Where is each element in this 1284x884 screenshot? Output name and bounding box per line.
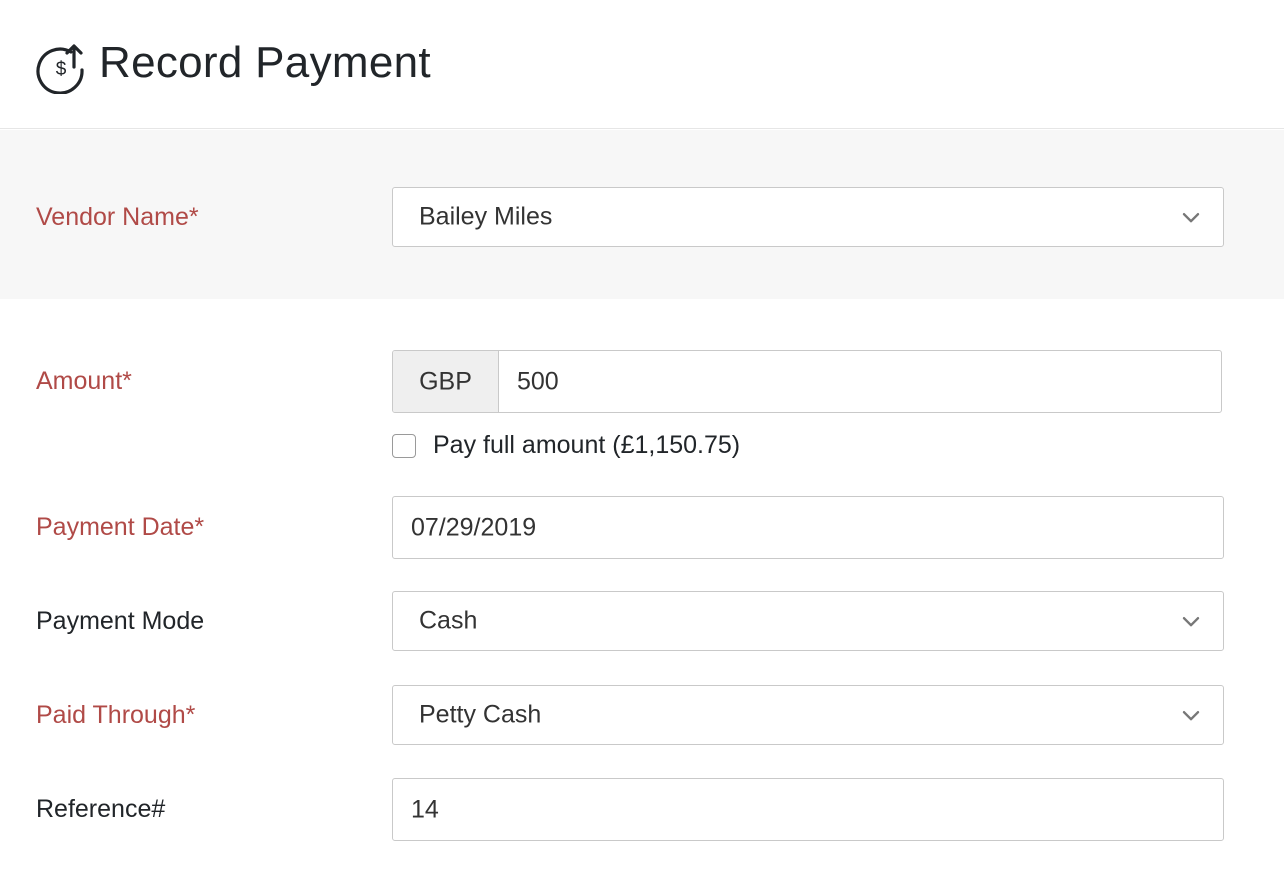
payment-dollar-arrow-icon: $ [36, 44, 84, 94]
amount-input-group[interactable]: GBP 500 [392, 350, 1222, 413]
payment-date-value: 07/29/2019 [411, 513, 537, 541]
page-header: $ Record Payment [0, 0, 1284, 129]
chevron-down-icon [1182, 711, 1200, 721]
payment-mode-select[interactable]: Cash [392, 591, 1224, 651]
currency-code: GBP [419, 367, 472, 395]
page-title: Record Payment [99, 38, 431, 87]
paid-through-value: Petty Cash [419, 700, 542, 729]
pay-full-amount-label[interactable]: Pay full amount (£1,150.75) [433, 430, 740, 460]
chevron-down-icon [1182, 617, 1200, 627]
payment-mode-label: Payment Mode [36, 607, 205, 635]
pay-full-amount-checkbox[interactable] [392, 434, 416, 458]
currency-addon: GBP [393, 351, 499, 412]
reference-value: 14 [411, 795, 439, 823]
paid-through-select[interactable]: Petty Cash [392, 685, 1224, 745]
amount-input[interactable]: 500 [517, 367, 559, 396]
reference-input[interactable]: 14 [392, 778, 1224, 841]
vendor-name-select[interactable]: Bailey Miles [392, 187, 1224, 247]
reference-label: Reference# [36, 795, 166, 823]
payment-mode-value: Cash [419, 606, 478, 635]
svg-text:$: $ [56, 59, 67, 80]
payment-date-input[interactable]: 07/29/2019 [392, 496, 1224, 559]
payment-date-label: Payment Date* [36, 513, 205, 541]
chevron-down-icon [1182, 212, 1200, 223]
vendor-name-label: Vendor Name* [36, 203, 199, 231]
vendor-name-value: Bailey Miles [419, 202, 553, 231]
amount-label: Amount* [36, 367, 132, 395]
paid-through-label: Paid Through* [36, 701, 196, 729]
